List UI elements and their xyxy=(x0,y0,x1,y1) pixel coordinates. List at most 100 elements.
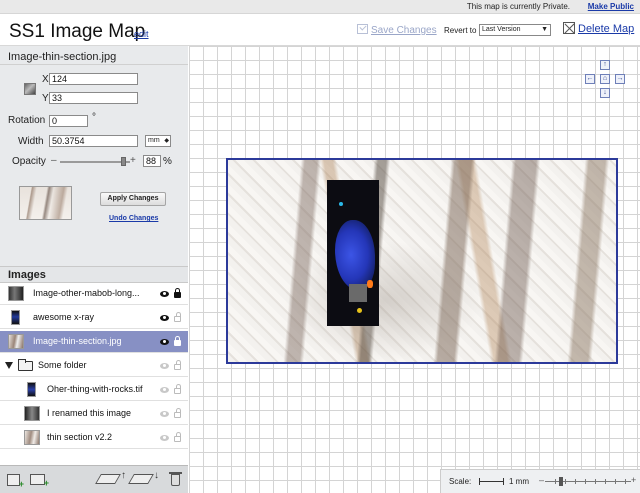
zoom-tick xyxy=(575,479,576,484)
zoom-out-icon[interactable]: – xyxy=(539,475,544,485)
apply-changes-button[interactable]: Apply Changes xyxy=(100,192,166,206)
zoom-tick xyxy=(605,479,606,484)
y-position-input[interactable]: 33 xyxy=(49,92,138,104)
folder-row[interactable]: Some folder xyxy=(0,355,188,377)
map-canvas[interactable]: ↑ ← ⌂ → ↓ xyxy=(189,46,640,493)
opacity-plus-icon[interactable]: + xyxy=(130,155,136,166)
add-folder-icon[interactable] xyxy=(30,474,49,488)
image-name: I renamed this image xyxy=(47,408,132,418)
images-title: Images xyxy=(8,269,46,281)
lock-icon[interactable] xyxy=(174,336,181,346)
page-title: SS1 Image Map xyxy=(9,21,146,42)
folder-expand-arrow-icon[interactable] xyxy=(5,362,13,369)
privacy-notice-bar: This map is currently Private. Make Publ… xyxy=(0,0,640,14)
move-layer-down-icon[interactable] xyxy=(128,474,154,484)
position-icon xyxy=(24,83,36,95)
visibility-eye-icon[interactable] xyxy=(160,315,169,321)
rotation-label: Rotation xyxy=(8,115,46,126)
trash-icon[interactable] xyxy=(169,472,182,486)
list-item[interactable]: thin section v2.2 xyxy=(0,427,188,449)
list-item[interactable]: awesome x-ray xyxy=(0,307,188,329)
list-item-selected[interactable]: Image-thin-section.jpg xyxy=(0,331,188,353)
chevron-updown-icon: ◆ xyxy=(164,138,169,144)
visibility-eye-icon[interactable] xyxy=(160,291,169,297)
opacity-slider-track[interactable] xyxy=(60,161,130,163)
list-item[interactable]: I renamed this image xyxy=(0,403,188,425)
unlocked-icon[interactable] xyxy=(174,432,181,442)
make-public-link[interactable]: Make Public xyxy=(588,2,634,11)
pan-right-arrow-icon[interactable]: → xyxy=(615,74,625,84)
zoom-tick xyxy=(625,479,626,484)
opacity-slider-thumb[interactable] xyxy=(121,157,126,166)
revert-version-select[interactable]: Last Version ▼ xyxy=(479,24,551,36)
unlocked-icon[interactable] xyxy=(174,384,181,394)
move-layer-up-icon[interactable] xyxy=(95,474,121,484)
list-item[interactable]: Image-other-mabob-long... xyxy=(0,283,188,305)
width-input[interactable]: 50.3754 xyxy=(49,135,138,147)
opacity-input[interactable]: 88 xyxy=(143,155,161,167)
undo-changes-link[interactable]: Undo Changes xyxy=(109,215,158,222)
zoom-tick xyxy=(595,479,596,484)
visibility-eye-icon[interactable] xyxy=(160,363,169,369)
rotation-input[interactable]: 0 xyxy=(49,115,88,127)
image-thumbnail xyxy=(24,430,40,445)
arrow-up-icon: ↑ xyxy=(121,470,126,481)
image-name: Image-thin-section.jpg xyxy=(33,336,122,346)
x-position-input[interactable]: 124 xyxy=(49,73,138,85)
visibility-eye-icon[interactable] xyxy=(160,435,169,441)
list-item[interactable]: Oher-thing-with-rocks.tif xyxy=(0,379,188,401)
home-icon[interactable]: ⌂ xyxy=(600,74,610,84)
layer-toolbar: ↑ ↓ xyxy=(0,465,188,493)
xray-gray-patch xyxy=(349,284,367,302)
zoom-tick xyxy=(555,479,556,484)
image-name: Oher-thing-with-rocks.tif xyxy=(47,384,143,394)
unlocked-icon[interactable] xyxy=(174,408,181,418)
zoom-in-icon[interactable]: + xyxy=(631,475,636,485)
delete-map-button[interactable]: Delete Map xyxy=(563,22,634,35)
zoom-tick xyxy=(585,479,586,484)
visibility-eye-icon[interactable] xyxy=(160,339,169,345)
save-check-icon xyxy=(357,24,368,34)
folder-name: Some folder xyxy=(38,360,87,370)
xray-image-overlay[interactable] xyxy=(327,180,379,326)
zoom-slider-thumb[interactable] xyxy=(559,477,563,486)
unlocked-icon[interactable] xyxy=(174,312,181,322)
image-thumbnail xyxy=(8,286,24,301)
visibility-eye-icon[interactable] xyxy=(160,387,169,393)
image-thumbnail xyxy=(8,334,24,349)
visibility-eye-icon[interactable] xyxy=(160,411,169,417)
lock-icon[interactable] xyxy=(174,288,181,298)
app-header: SS1 Image Map edit Save Changes Revert t… xyxy=(0,14,640,46)
save-changes-button[interactable]: Save Changes xyxy=(357,24,437,36)
pan-left-arrow-icon[interactable]: ← xyxy=(585,74,595,84)
scale-ruler xyxy=(479,478,504,485)
opacity-label: Opacity xyxy=(12,156,46,167)
unlocked-icon[interactable] xyxy=(174,360,181,370)
pan-navigation-control: ↑ ← ⌂ → ↓ xyxy=(585,60,625,100)
selected-image-thumbnail xyxy=(19,186,72,220)
add-image-icon[interactable] xyxy=(7,474,24,489)
xray-yellow-spot xyxy=(357,308,362,313)
image-thumbnail xyxy=(27,382,36,397)
image-name: Image-other-mabob-long... xyxy=(33,288,140,298)
delete-x-icon xyxy=(563,22,575,34)
save-changes-label: Save Changes xyxy=(371,25,437,36)
zoom-slider-track[interactable] xyxy=(545,477,631,486)
pan-up-arrow-icon[interactable]: ↑ xyxy=(600,60,610,70)
chevron-down-icon: ▼ xyxy=(541,26,548,33)
image-thumbnail xyxy=(24,406,40,421)
revert-label: Revert to xyxy=(444,26,477,35)
left-sidebar: Image-thin-section.jpg X 124 Y 33 Rotati… xyxy=(0,46,188,493)
revert-selected-value: Last Version xyxy=(482,26,521,33)
width-unit-select[interactable]: mm ◆ xyxy=(145,135,171,147)
xray-cyan-spot xyxy=(339,202,343,206)
pan-down-arrow-icon[interactable]: ↓ xyxy=(600,88,610,98)
arrow-down-icon: ↓ xyxy=(154,470,159,481)
opacity-minus-icon[interactable]: – xyxy=(51,155,57,166)
thin-section-image[interactable] xyxy=(226,158,618,364)
edit-title-link[interactable]: edit xyxy=(134,29,149,39)
folder-icon xyxy=(18,359,33,371)
width-unit-value: mm xyxy=(148,137,160,144)
image-properties-panel: Image-thin-section.jpg X 124 Y 33 Rotati… xyxy=(0,46,188,266)
y-label: Y xyxy=(42,93,49,104)
